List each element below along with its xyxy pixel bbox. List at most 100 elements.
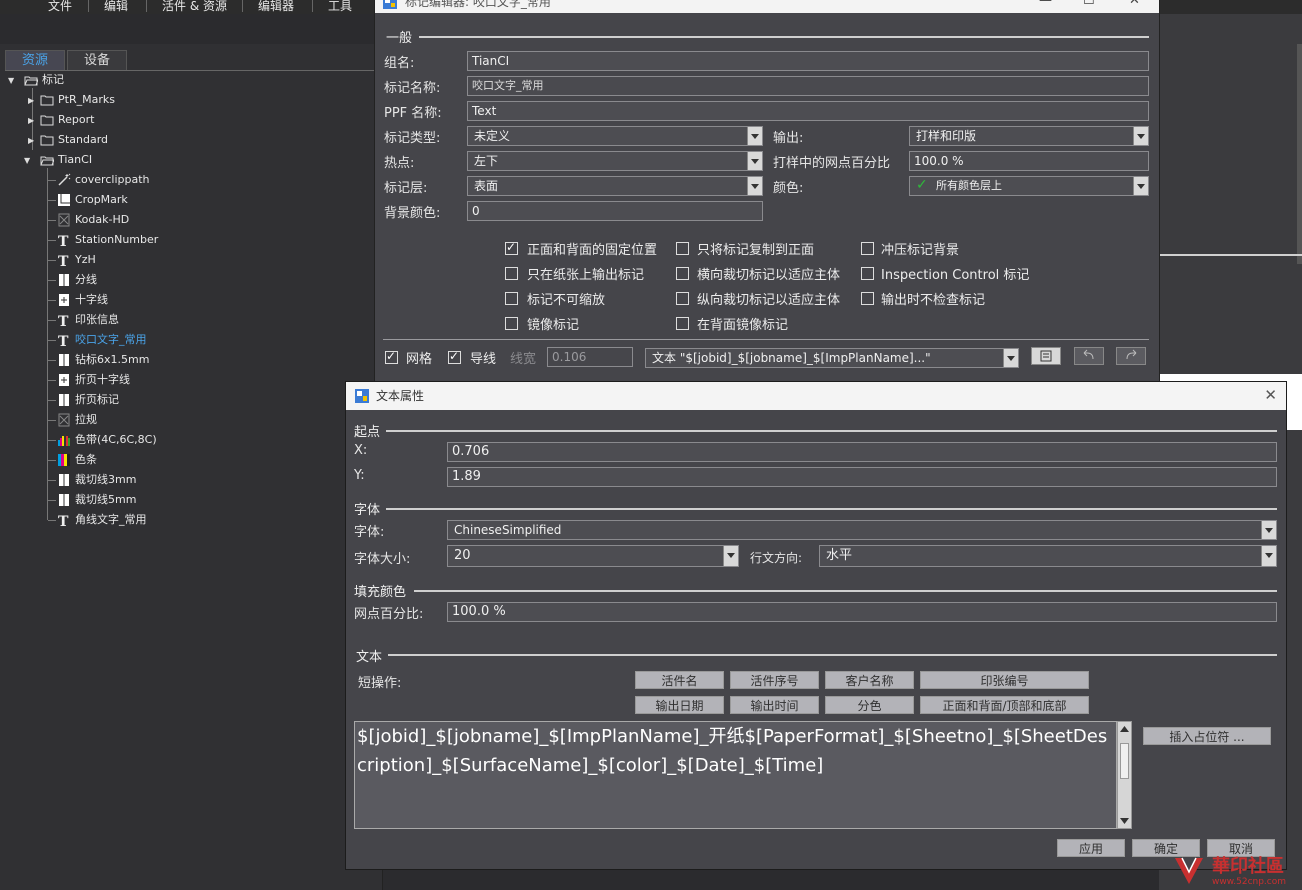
minimize-icon[interactable]: — [1039, 0, 1052, 9]
menu-tools[interactable]: 工具 [328, 0, 352, 14]
bg-color-field[interactable]: 0 [467, 201, 763, 221]
insert-side-button[interactable]: 正面和背面/顶部和底部 [920, 696, 1089, 714]
tree-item-label: 钻标6x1.5mm [75, 353, 150, 366]
paper-only-checkbox[interactable] [505, 267, 518, 280]
mark-layer-select[interactable]: 表面 [467, 176, 763, 196]
chevron-down-icon[interactable] [1133, 177, 1148, 195]
copy-front-checkbox[interactable] [676, 242, 689, 255]
insert-output-time-button[interactable]: 输出时间 [730, 696, 819, 714]
menu-file[interactable]: 文件 [48, 0, 72, 14]
chevron-down-icon[interactable] [1261, 521, 1276, 539]
chevron-down-icon[interactable] [723, 546, 738, 566]
scroll-down-icon[interactable] [1119, 816, 1130, 826]
tree-guide [48, 180, 56, 181]
mark-layer-label: 标记层: [384, 181, 428, 196]
h-clip-checkbox[interactable] [676, 267, 689, 280]
tab-devices[interactable]: 设备 [67, 50, 127, 70]
menu-editor[interactable]: 编辑器 [258, 0, 294, 14]
insert-sheet-number-button[interactable]: 印张编号 [920, 671, 1089, 689]
fixed-position-checkbox[interactable] [505, 240, 518, 255]
mirror-checkbox[interactable] [505, 317, 518, 330]
no-scale-checkbox[interactable] [505, 292, 518, 305]
expand-arrow-icon[interactable]: ▶ [28, 116, 34, 125]
redo-button[interactable] [1116, 347, 1146, 365]
direction-select[interactable]: 水平 [819, 545, 1277, 567]
expand-arrow-icon[interactable]: ▼ [8, 76, 14, 85]
close-icon[interactable]: ✕ [1264, 386, 1277, 404]
menu-separator [312, 0, 313, 12]
color-strip-icon [58, 454, 70, 466]
toolbar-divider [383, 339, 1149, 340]
chevron-down-icon[interactable] [747, 152, 762, 170]
line-width-field[interactable]: 0.106 [547, 347, 633, 367]
insert-placeholder-button[interactable]: 插入占位符 ... [1143, 727, 1271, 745]
undo-button[interactable] [1074, 347, 1104, 365]
fixed-position-label: 正面和背面的固定位置 [527, 243, 658, 258]
tree-guide [48, 200, 56, 201]
output-select[interactable]: 打样和印版 [909, 126, 1149, 146]
font-select[interactable]: ChineseSimplified [447, 520, 1277, 540]
app-icon [383, 0, 397, 9]
grid-label: 网格 [406, 352, 433, 367]
ppf-name-field[interactable]: Text [467, 101, 1149, 121]
expand-arrow-icon[interactable]: ▼ [24, 156, 30, 165]
chevron-down-icon[interactable] [1261, 546, 1276, 566]
expand-arrow-icon[interactable]: ▶ [28, 96, 34, 105]
close-icon[interactable]: ✕ [1129, 0, 1140, 9]
dot-percent-field[interactable]: 100.0 % [447, 602, 1277, 622]
scrollbar-thumb[interactable] [1120, 743, 1129, 779]
shortcut-label: 短操作: [358, 676, 402, 691]
no-check-checkbox[interactable] [861, 292, 874, 305]
guides-checkbox[interactable] [448, 349, 461, 364]
workspace-scrollbar[interactable] [1297, 44, 1302, 264]
svg-text:T: T [58, 334, 69, 347]
insert-job-number-button[interactable]: 活件序号 [730, 671, 819, 689]
object-select[interactable]: 文本 "$[jobid]_$[jobname]_$[ImpPlanName]..… [645, 348, 1019, 368]
chevron-down-icon[interactable] [1133, 127, 1148, 145]
x-field[interactable]: 0.706 [447, 442, 1277, 462]
menu-jobs-resources[interactable]: 活件 & 资源 [162, 0, 227, 14]
tree-guide [48, 420, 56, 421]
text-scrollbar[interactable] [1117, 721, 1132, 829]
knockout-bg-checkbox[interactable] [861, 242, 874, 255]
proof-dot-field[interactable]: 100.0 % [909, 151, 1149, 171]
insert-job-name-button[interactable]: 活件名 [635, 671, 724, 689]
chevron-down-icon[interactable] [747, 177, 762, 195]
tree-item-label: 角线文字_常用 [75, 513, 147, 526]
properties-button[interactable] [1031, 347, 1061, 365]
v-clip-checkbox[interactable] [676, 292, 689, 305]
apply-button[interactable]: 应用 [1057, 839, 1125, 857]
h-clip-label: 横向裁切标记以适应主体 [697, 268, 841, 283]
y-field[interactable]: 1.89 [447, 467, 1277, 487]
scroll-up-icon[interactable] [1119, 724, 1130, 734]
dialog-title: 文本属性 [376, 389, 425, 403]
group-name-field[interactable]: TianCI [467, 51, 1149, 71]
mirror-back-checkbox[interactable] [676, 317, 689, 330]
color-select[interactable]: ✓ 所有颜色层上 [909, 176, 1149, 196]
tab-resources[interactable]: 资源 [5, 50, 65, 70]
insert-output-date-button[interactable]: 输出日期 [635, 696, 724, 714]
tree-item-label: 色带(4C,6C,8C) [75, 433, 157, 446]
tree-item-label: 印张信息 [75, 313, 119, 326]
maximize-icon[interactable]: ☐ [1083, 0, 1095, 9]
hotspot-select[interactable]: 左下 [467, 151, 763, 171]
chevron-down-icon[interactable] [747, 127, 762, 145]
grid-checkbox[interactable] [385, 349, 398, 364]
tree-item-label: 折页十字线 [75, 373, 130, 386]
inspection-label: Inspection Control 标记 [881, 268, 1030, 283]
chevron-down-icon[interactable] [1003, 349, 1018, 367]
cross-mark-icon [59, 294, 69, 306]
expand-arrow-icon[interactable]: ▶ [28, 136, 34, 145]
tree-item-label: 分线 [75, 273, 97, 286]
text-content-area[interactable]: $[jobid]_$[jobname]_$[ImpPlanName]_开纸$[P… [354, 721, 1117, 829]
mark-type-select[interactable]: 未定义 [467, 126, 763, 146]
insert-customer-name-button[interactable]: 客户名称 [825, 671, 914, 689]
insert-separation-button[interactable]: 分色 [825, 696, 914, 714]
tree-guide [48, 520, 56, 521]
font-size-select[interactable]: 20 [447, 545, 739, 567]
menu-edit[interactable]: 编辑 [104, 0, 128, 14]
mark-name-field[interactable]: 咬口文字_常用 [467, 76, 1149, 96]
section-font: 字体 [354, 503, 381, 518]
inspection-checkbox[interactable] [861, 267, 874, 280]
folder-icon [40, 135, 54, 146]
